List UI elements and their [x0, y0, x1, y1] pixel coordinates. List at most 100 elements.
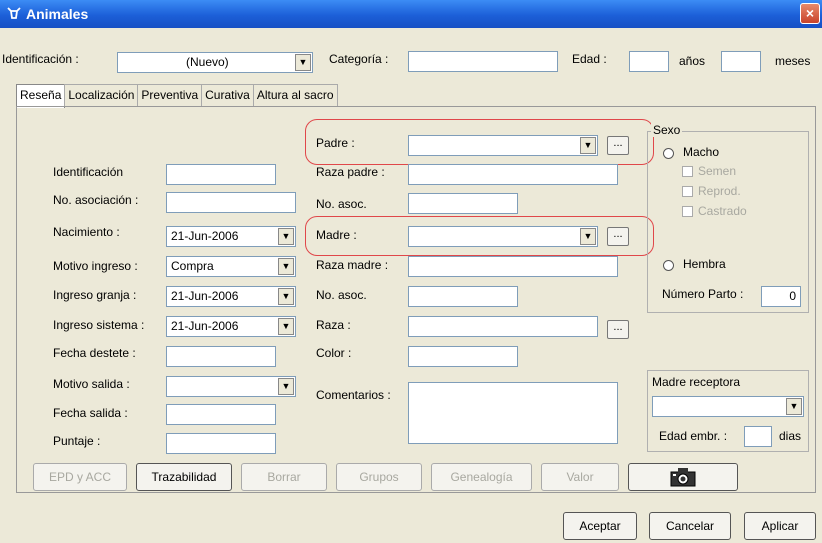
epd-acc-button[interactable]: EPD y ACC	[33, 463, 127, 491]
edad-meses-field[interactable]	[721, 51, 761, 72]
hembra-label: Hembra	[683, 257, 726, 271]
genealogia-button[interactable]: Genealogía	[431, 463, 532, 491]
borrar-button[interactable]: Borrar	[241, 463, 327, 491]
valor-button[interactable]: Valor	[541, 463, 619, 491]
tab-curativa[interactable]: Curativa	[201, 84, 254, 106]
trazabilidad-button[interactable]: Trazabilidad	[136, 463, 232, 491]
motivo-salida-select[interactable]: ▼	[166, 376, 296, 397]
numero-parto-field[interactable]: 0	[761, 286, 801, 307]
madre-label: Madre :	[316, 228, 357, 242]
no-asoc-padre-field[interactable]	[408, 193, 518, 214]
raza-browse-button[interactable]: ...	[607, 320, 629, 339]
tab-preventiva[interactable]: Preventiva	[137, 84, 203, 106]
ingreso-granja-select[interactable]: 21-Jun-2006 ▼	[166, 286, 296, 307]
fecha-destete-field[interactable]	[166, 346, 276, 367]
puntaje-label: Puntaje :	[53, 434, 101, 448]
tab-resena[interactable]: Reseña	[16, 84, 66, 108]
dias-label: dias	[779, 429, 802, 443]
color-label: Color :	[316, 346, 352, 360]
padre-select[interactable]: ▼	[408, 135, 598, 156]
ingreso-sistema-select[interactable]: 21-Jun-2006 ▼	[166, 316, 296, 337]
cow-icon	[7, 7, 21, 19]
edad-label: Edad :	[572, 52, 607, 66]
asociacion-label: No. asociación :	[53, 193, 139, 207]
nacimiento-select[interactable]: 21-Jun-2006 ▼	[166, 226, 296, 247]
asociacion-field[interactable]	[166, 192, 296, 213]
chevron-down-icon[interactable]: ▼	[295, 54, 311, 71]
madre-select[interactable]: ▼	[408, 226, 598, 247]
identificacion-field[interactable]	[166, 164, 276, 185]
anos-label: años	[679, 54, 706, 68]
categoria-label: Categoría :	[329, 52, 389, 66]
chevron-down-icon[interactable]: ▼	[580, 137, 596, 154]
madre-browse-button[interactable]: ...	[607, 227, 629, 246]
macho-radio[interactable]	[663, 148, 674, 159]
identificacion-select[interactable]: (Nuevo) ▼	[117, 52, 313, 73]
raza-padre-label: Raza padre :	[316, 165, 385, 179]
motivo-ingreso-value: Compra	[171, 259, 214, 273]
raza-field[interactable]	[408, 316, 598, 337]
identificacion-field-label: Identificación	[53, 165, 124, 179]
fecha-destete-label: Fecha destete :	[53, 346, 136, 360]
raza-padre-field[interactable]	[408, 164, 618, 185]
castrado-label: Castrado	[698, 204, 747, 218]
ingreso-granja-value: 21-Jun-2006	[171, 289, 239, 303]
motivo-ingreso-label: Motivo ingreso :	[53, 259, 138, 273]
reprod-checkbox[interactable]	[682, 186, 693, 197]
raza-label: Raza :	[316, 318, 351, 332]
identificacion-value: (Nuevo)	[186, 55, 229, 69]
cancelar-button[interactable]: Cancelar	[649, 512, 731, 540]
camera-icon	[670, 468, 696, 487]
puntaje-field[interactable]	[166, 433, 276, 454]
chevron-down-icon[interactable]: ▼	[278, 318, 294, 335]
grupos-button[interactable]: Grupos	[336, 463, 422, 491]
chevron-down-icon[interactable]: ▼	[278, 288, 294, 305]
padre-browse-button[interactable]: ...	[607, 136, 629, 155]
meses-label: meses	[775, 54, 811, 68]
edad-embr-label: Edad embr. :	[659, 429, 728, 443]
edad-anos-field[interactable]	[629, 51, 669, 72]
comentarios-field[interactable]	[408, 382, 618, 444]
close-button[interactable]: ×	[800, 3, 820, 24]
hembra-radio[interactable]	[663, 260, 674, 271]
semen-label: Semen	[698, 164, 737, 178]
padre-label: Padre :	[316, 136, 355, 150]
categoria-field[interactable]	[408, 51, 558, 72]
window-title: Animales	[26, 6, 89, 22]
chevron-down-icon[interactable]: ▼	[278, 228, 294, 245]
semen-checkbox[interactable]	[682, 166, 693, 177]
nacimiento-label: Nacimiento :	[53, 225, 120, 239]
comentarios-label: Comentarios :	[316, 388, 391, 402]
ingreso-granja-label: Ingreso granja :	[53, 288, 137, 302]
castrado-checkbox[interactable]	[682, 206, 693, 217]
tab-localizacion[interactable]: Localización	[64, 84, 139, 106]
identificacion-label: Identificación :	[2, 52, 79, 66]
macho-label: Macho	[683, 145, 720, 159]
tab-altura-sacro[interactable]: Altura al sacro	[252, 84, 338, 106]
no-asoc-madre-field[interactable]	[408, 286, 518, 307]
chevron-down-icon[interactable]: ▼	[278, 258, 294, 275]
camera-button[interactable]	[628, 463, 738, 491]
no-asoc-padre-label: No. asoc.	[316, 197, 367, 211]
sexo-title: Sexo	[651, 123, 683, 137]
title-bar[interactable]: Animales ×	[0, 0, 822, 28]
edad-embr-field[interactable]	[744, 426, 772, 447]
fecha-salida-field[interactable]	[166, 404, 276, 425]
raza-madre-field[interactable]	[408, 256, 618, 277]
madre-receptora-select[interactable]: ▼	[652, 396, 804, 417]
madre-receptora-title: Madre receptora	[652, 375, 741, 389]
tab-strip: Reseña Localización Preventiva Curativa Altu…	[16, 84, 338, 108]
ingreso-sistema-value: 21-Jun-2006	[171, 319, 239, 333]
color-field[interactable]	[408, 346, 518, 367]
chevron-down-icon[interactable]: ▼	[278, 378, 294, 395]
raza-madre-label: Raza madre :	[316, 258, 389, 272]
numero-parto-label: Número Parto :	[662, 287, 744, 301]
chevron-down-icon[interactable]: ▼	[580, 228, 596, 245]
motivo-salida-label: Motivo salida :	[53, 377, 130, 391]
reprod-label: Reprod.	[698, 184, 741, 198]
aceptar-button[interactable]: Aceptar	[563, 512, 637, 540]
motivo-ingreso-select[interactable]: Compra ▼	[166, 256, 296, 277]
aplicar-button[interactable]: Aplicar	[744, 512, 816, 540]
chevron-down-icon[interactable]: ▼	[786, 398, 802, 415]
fecha-salida-label: Fecha salida :	[53, 406, 128, 420]
